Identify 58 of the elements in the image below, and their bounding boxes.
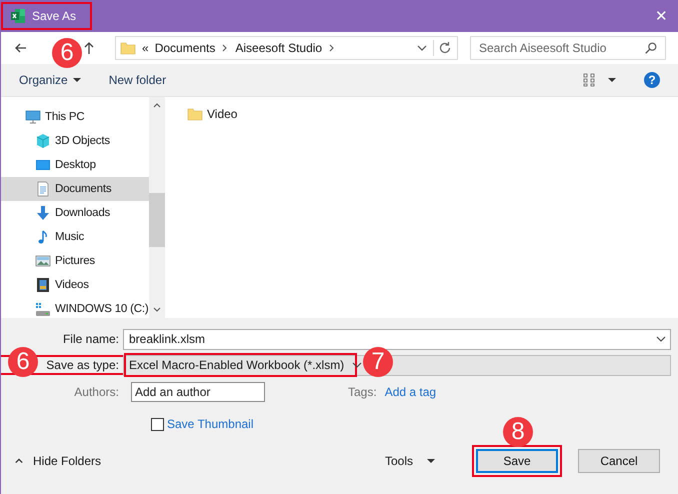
sidebar-item[interactable]: This PC xyxy=(1,105,149,129)
search-field[interactable]: Search Aiseesoft Studio xyxy=(470,36,666,60)
sidebar-item[interactable]: Pictures xyxy=(1,249,149,273)
field-label: Authors: xyxy=(73,385,120,399)
spreadsheet-app-icon xyxy=(10,8,26,24)
file-list-item[interactable]: Video xyxy=(187,105,656,123)
cancel-button[interactable]: Cancel xyxy=(578,449,660,473)
save-thumbnail-link[interactable]: Save Thumbnail xyxy=(167,417,254,431)
checkbox[interactable] xyxy=(151,418,164,430)
chevron-up-icon xyxy=(15,457,23,465)
hide-folders-button[interactable]: Hide Folders xyxy=(15,454,102,468)
desktop-icon xyxy=(35,157,51,173)
folder-icon xyxy=(120,40,136,56)
breadcrumb-item[interactable]: Documents xyxy=(154,41,216,55)
film-strip-icon xyxy=(35,277,51,293)
scrollbar-thumb[interactable] xyxy=(149,193,165,247)
search-icon xyxy=(644,41,658,55)
new-folder-button[interactable]: New folder xyxy=(108,73,166,87)
step-number-badge: 6 xyxy=(8,347,38,377)
sidebar-item[interactable]: Downloads xyxy=(1,201,149,225)
dropdown-chevron-icon[interactable] xyxy=(656,334,666,344)
authors-field[interactable]: Add an author xyxy=(131,382,265,402)
sidebar-item[interactable]: Desktop xyxy=(1,153,149,177)
sidebar-item[interactable]: WINDOWS 10 (C:) xyxy=(1,297,149,321)
tools-menu[interactable]: Tools xyxy=(384,454,435,468)
caret-icon[interactable] xyxy=(608,76,616,84)
landscape-image-icon xyxy=(35,253,51,269)
sidebar-item[interactable]: 3D Objects xyxy=(1,129,149,153)
step-number-badge: 8 xyxy=(503,417,533,447)
breadcrumb-item[interactable]: Aiseesoft Studio xyxy=(235,41,322,55)
organize-menu[interactable]: Organize xyxy=(19,73,81,87)
scrollbar[interactable] xyxy=(149,97,165,318)
caret-icon xyxy=(72,76,81,84)
folder-icon xyxy=(187,106,203,122)
sidebar-item[interactable]: Music xyxy=(1,225,149,249)
overflow-chevron[interactable]: « xyxy=(142,41,149,55)
close-button[interactable]: ✕ xyxy=(645,7,678,25)
refresh-icon[interactable] xyxy=(433,40,453,56)
dropdown-chevron-icon[interactable] xyxy=(417,43,427,53)
add-tag-link[interactable]: Add a tag xyxy=(384,385,436,399)
help-button[interactable]: ? xyxy=(644,72,660,88)
sidebar-item[interactable]: Documents xyxy=(1,177,149,201)
monitor-icon xyxy=(25,109,41,125)
chevron-right-icon[interactable] xyxy=(221,44,230,52)
window-title: Save As xyxy=(1,2,92,30)
chevron-right-icon[interactable] xyxy=(328,44,336,52)
dropdown-chevron-icon[interactable] xyxy=(352,360,362,370)
hard-drive-icon xyxy=(35,301,51,317)
cube-icon xyxy=(35,133,51,149)
field-label: File name: xyxy=(62,332,120,346)
save-button[interactable]: Save xyxy=(472,445,562,477)
address-bar[interactable]: « Documents Aiseesoft Studio xyxy=(115,36,458,60)
download-arrow-icon xyxy=(35,205,51,221)
field-label: Tags: xyxy=(348,385,377,399)
sidebar-item[interactable]: Videos xyxy=(1,273,149,297)
document-icon xyxy=(35,181,51,197)
file-name-field[interactable]: breaklink.xlsm xyxy=(123,328,671,350)
caret-icon xyxy=(427,457,435,465)
